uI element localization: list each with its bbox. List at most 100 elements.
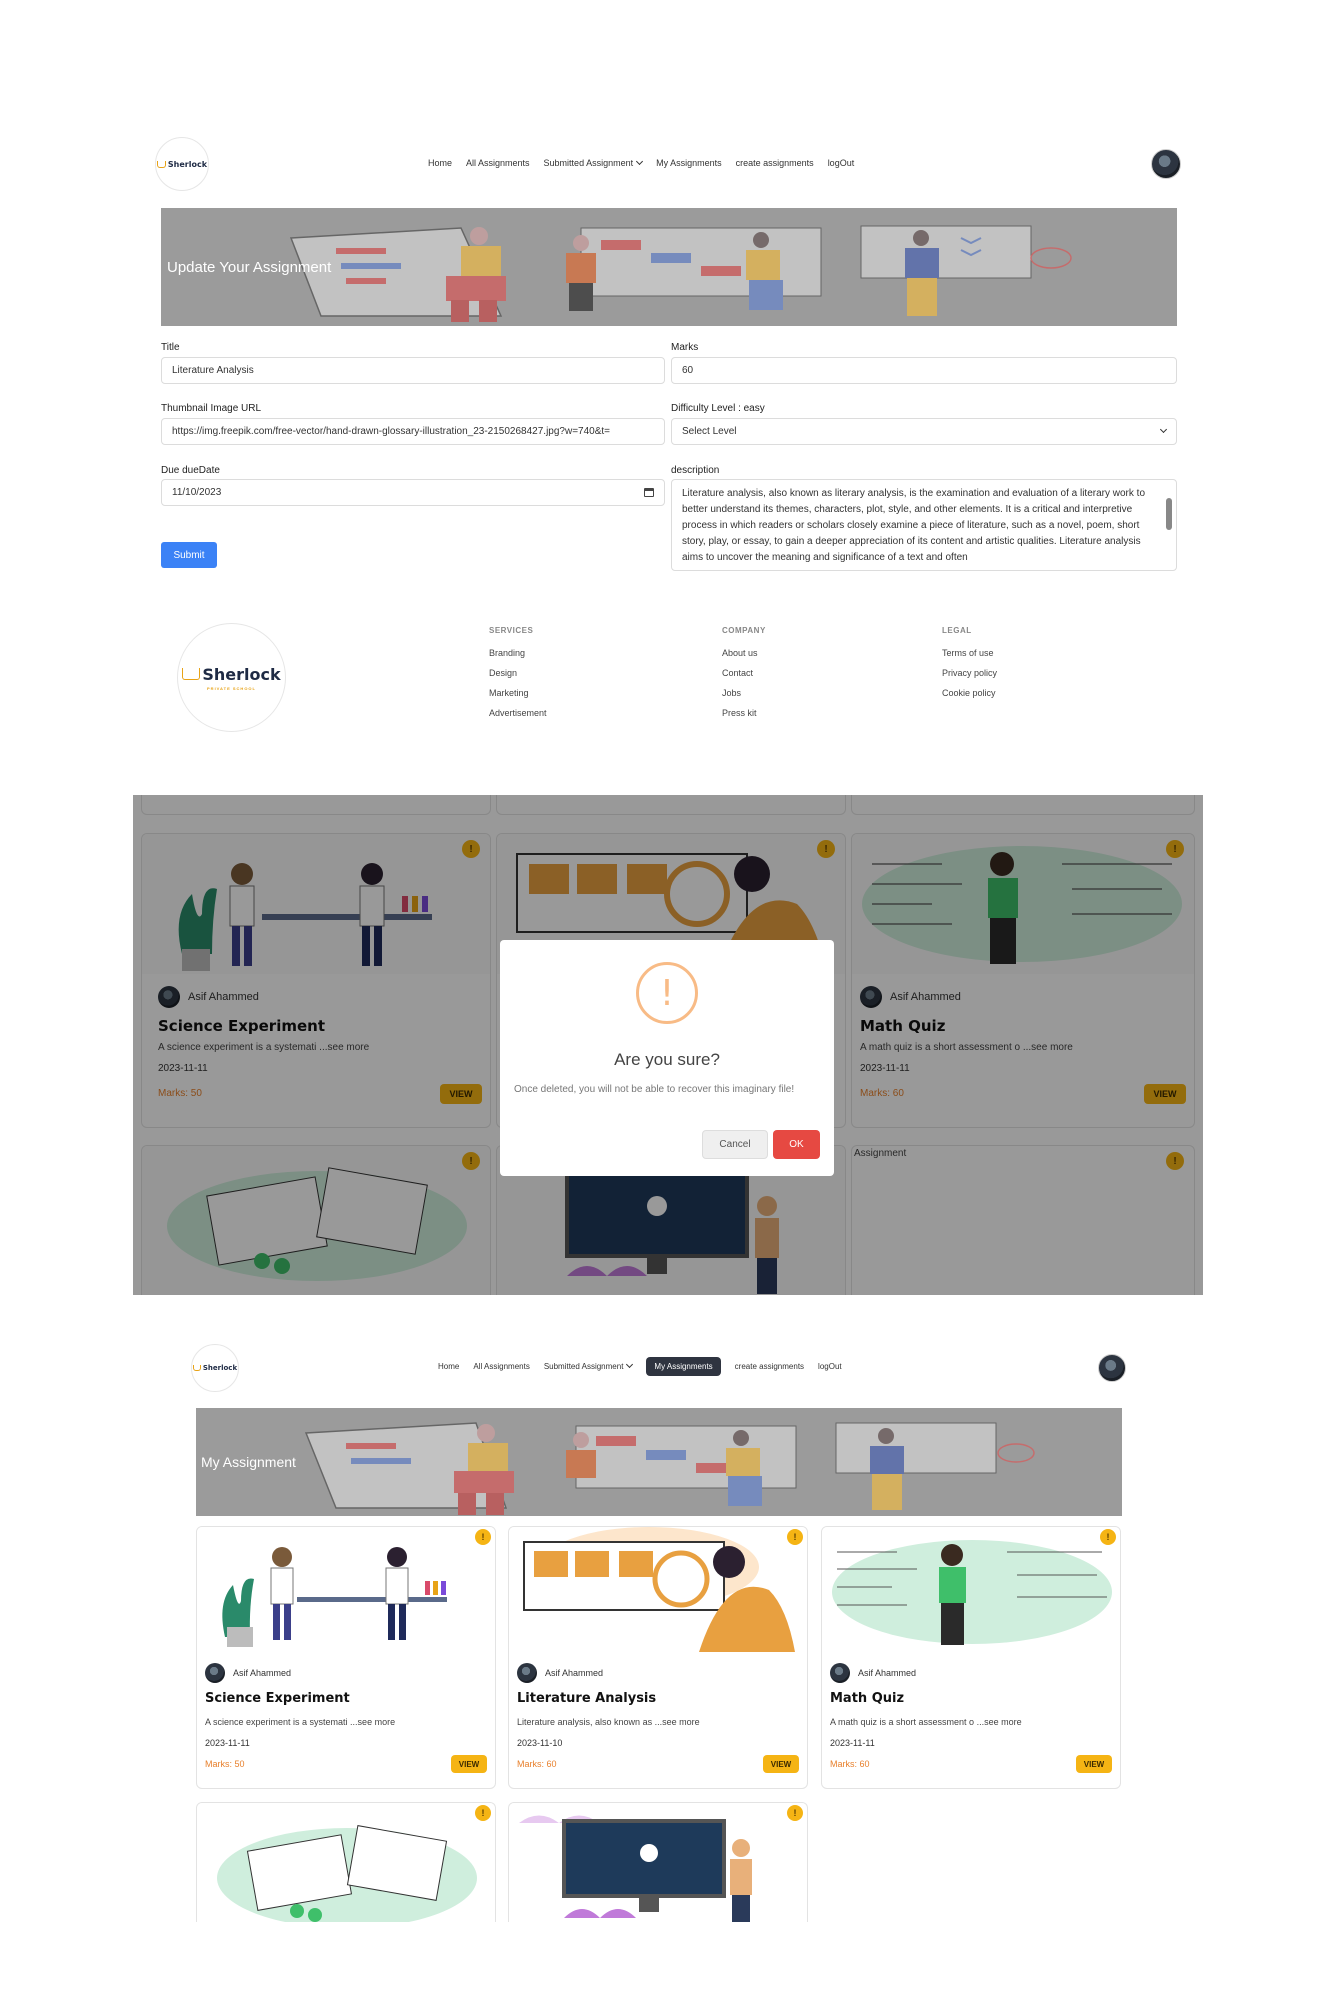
footer-link[interactable]: Contact: [722, 668, 766, 678]
logo[interactable]: Sherlock: [155, 137, 209, 191]
footer-link[interactable]: About us: [722, 648, 766, 658]
footer-logo[interactable]: Sherlock PRIVATE SCHOOL: [177, 623, 286, 732]
book-icon: [182, 668, 201, 680]
card-author: Asif Ahammed: [517, 1663, 603, 1683]
nav-home[interactable]: Home: [428, 158, 452, 168]
logo[interactable]: Sherlock: [191, 1344, 239, 1392]
thumbnail-input[interactable]: https://img.freepik.com/free-vector/hand…: [161, 418, 665, 445]
card-author: Asif Ahammed: [205, 1663, 291, 1683]
banner: Update Your Assignment: [161, 208, 1177, 326]
card-title: Literature Analysis: [517, 1691, 657, 1706]
main-nav: Home All Assignments Submitted Assignmen…: [431, 1357, 849, 1376]
footer-company: COMPANY About us Contact Jobs Press kit: [722, 626, 766, 718]
banner-title: Update Your Assignment: [167, 259, 332, 276]
chevron-down-icon: [636, 157, 644, 166]
view-button[interactable]: VIEW: [451, 1755, 487, 1773]
card-marks: Marks: 60: [517, 1759, 557, 1769]
submit-button[interactable]: Submit: [161, 542, 217, 568]
marks-input[interactable]: 60: [671, 357, 1177, 384]
nav-create-assignments[interactable]: create assignments: [736, 158, 814, 168]
card-title: Math Quiz: [830, 1691, 905, 1706]
assignment-card: !: [508, 1802, 808, 1922]
footer-link[interactable]: Privacy policy: [942, 668, 997, 678]
delete-badge-icon[interactable]: !: [1100, 1529, 1116, 1545]
warning-icon: !: [636, 962, 698, 1024]
nav-submitted-assignment[interactable]: Submitted Assignment: [544, 1360, 634, 1371]
card-title: Science Experiment: [205, 1691, 350, 1706]
chevron-down-icon: [626, 1360, 634, 1369]
assignment-card: ! Asif Ahammed Science Experiment A scie…: [196, 1526, 496, 1789]
thumbnail-label: Thumbnail Image URL: [161, 403, 262, 414]
nav-submitted-assignment[interactable]: Submitted Assignment: [544, 157, 644, 168]
card-date: 2023-11-11: [830, 1738, 875, 1748]
delete-badge-icon[interactable]: !: [475, 1805, 491, 1821]
cancel-button[interactable]: Cancel: [702, 1130, 768, 1159]
main-nav: Home All Assignments Submitted Assignmen…: [421, 157, 861, 168]
footer-link[interactable]: Advertisement: [489, 708, 547, 718]
assignment-card: !: [196, 1802, 496, 1922]
card-marks: Marks: 60: [830, 1759, 870, 1769]
nav-create-assignments[interactable]: create assignments: [735, 1362, 804, 1371]
card-marks: Marks: 50: [205, 1759, 245, 1769]
card-date: 2023-11-10: [517, 1738, 563, 1748]
assignment-card: ! Asif Ahammed Math Quiz A math quiz is …: [821, 1526, 1121, 1789]
card-author: Asif Ahammed: [830, 1663, 916, 1683]
title-label: Title: [161, 342, 180, 353]
card-description[interactable]: A science experiment is a systemati ...s…: [205, 1717, 395, 1727]
dialog-text: Once deleted, you will not be able to re…: [514, 1084, 795, 1095]
book-icon: [192, 1365, 201, 1371]
view-button[interactable]: VIEW: [763, 1755, 799, 1773]
chevron-down-icon: [1159, 425, 1168, 434]
card-description[interactable]: Literature analysis, also known as ...se…: [517, 1717, 700, 1727]
due-date-label: Due dueDate: [161, 465, 220, 476]
assignment-card: ! Asif Ahammed Literature Analysis Liter…: [508, 1526, 808, 1789]
footer-link[interactable]: Cookie policy: [942, 688, 997, 698]
footer-link[interactable]: Terms of use: [942, 648, 997, 658]
delete-badge-icon[interactable]: !: [475, 1529, 491, 1545]
banner-illustration: [304, 1422, 1035, 1515]
card-image: [197, 1803, 495, 1922]
delete-badge-icon[interactable]: !: [787, 1529, 803, 1545]
confirm-dialog: ! Are you sure? Once deleted, you will n…: [500, 940, 834, 1176]
nav-logout[interactable]: logOut: [818, 1362, 842, 1371]
card-image: [509, 1527, 807, 1652]
user-avatar[interactable]: [1098, 1354, 1126, 1382]
footer-legal: LEGAL Terms of use Privacy policy Cookie…: [942, 626, 998, 698]
nav-home[interactable]: Home: [438, 1362, 459, 1371]
difficulty-select[interactable]: Select Level: [671, 418, 1177, 445]
marks-label: Marks: [671, 342, 699, 353]
nav-all-assignments[interactable]: All Assignments: [466, 158, 530, 168]
card-image: [509, 1803, 807, 1922]
card-image: [822, 1527, 1120, 1652]
delete-screen: ! Asif Ahammed Science Experiment A scie…: [133, 795, 1203, 1295]
card-image: [197, 1527, 495, 1652]
nav-my-assignments[interactable]: My Assignments: [646, 1357, 721, 1376]
nav-logout[interactable]: logOut: [828, 158, 855, 168]
footer-link[interactable]: Press kit: [722, 708, 766, 718]
view-button[interactable]: VIEW: [1076, 1755, 1112, 1773]
user-avatar[interactable]: [1151, 149, 1181, 179]
title-input[interactable]: Literature Analysis: [161, 357, 665, 384]
footer-link[interactable]: Branding: [489, 648, 547, 658]
book-icon: [156, 160, 166, 168]
description-label: description: [671, 465, 720, 476]
author-avatar: [830, 1663, 850, 1683]
footer-link[interactable]: Marketing: [489, 688, 547, 698]
card-description[interactable]: A math quiz is a short assessment o ...s…: [830, 1717, 1022, 1727]
banner-title: My Assignment: [201, 1454, 296, 1470]
nav-all-assignments[interactable]: All Assignments: [473, 1362, 529, 1371]
ok-button[interactable]: OK: [773, 1130, 820, 1159]
delete-badge-icon[interactable]: !: [787, 1805, 803, 1821]
due-date-input[interactable]: 11/10/2023: [161, 479, 665, 506]
description-textarea[interactable]: Literature analysis, also known as liter…: [671, 479, 1177, 571]
dialog-title: Are you sure?: [614, 1050, 720, 1069]
calendar-icon[interactable]: [644, 488, 654, 497]
difficulty-label: Difficulty Level : easy: [671, 403, 765, 414]
footer-services: SERVICES Branding Design Marketing Adver…: [489, 626, 547, 718]
banner: My Assignment: [196, 1408, 1122, 1516]
author-avatar: [205, 1663, 225, 1683]
textarea-scrollbar[interactable]: [1166, 486, 1172, 566]
footer-link[interactable]: Design: [489, 668, 547, 678]
nav-my-assignments[interactable]: My Assignments: [656, 158, 722, 168]
footer-link[interactable]: Jobs: [722, 688, 766, 698]
